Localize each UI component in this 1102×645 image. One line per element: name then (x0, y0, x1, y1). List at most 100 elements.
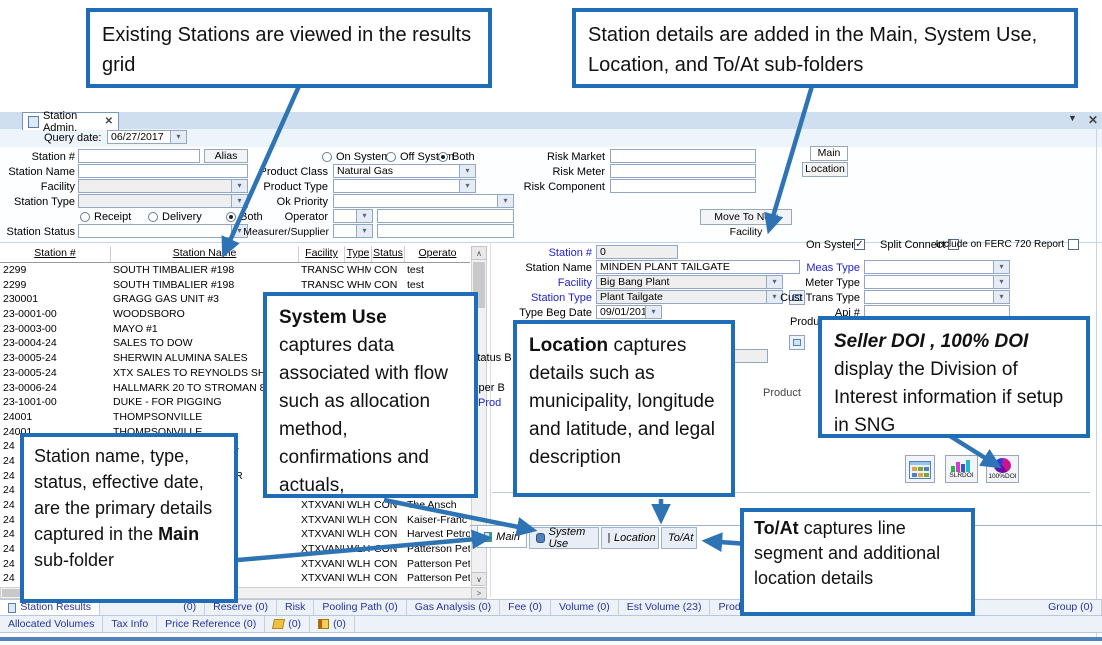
measurer-supplier-input[interactable] (377, 224, 514, 238)
operator-select[interactable] (333, 209, 373, 223)
col-facility[interactable]: Facility (298, 246, 344, 262)
col-station-name[interactable]: Station Name (110, 246, 298, 262)
callout-system-use: System Use captures data associated with… (263, 292, 478, 498)
cell-station-num: 24001 (0, 410, 110, 425)
chevron-down-icon[interactable] (993, 261, 1009, 273)
location-button[interactable]: Location (802, 162, 848, 177)
measurer-supplier-select[interactable] (333, 224, 373, 238)
chevron-down-icon[interactable] (356, 225, 372, 237)
tab-volume[interactable]: Volume (0) (551, 600, 619, 615)
pct-doi-button[interactable]: 100%DOI (986, 455, 1019, 483)
move-to-new-facility-button[interactable]: Move To New Facility (700, 209, 792, 225)
notes-icon (272, 619, 285, 629)
meas-type-select[interactable] (864, 260, 1010, 274)
col-type[interactable]: Type (344, 246, 371, 262)
tab-flag[interactable]: (0) (310, 616, 355, 632)
tab-price-reference[interactable]: Price Reference (0) (157, 616, 265, 632)
chevron-down-icon[interactable] (645, 306, 661, 318)
chevron-down-icon[interactable] (356, 210, 372, 222)
meter-type-select[interactable] (864, 275, 1010, 289)
subtab-to-at[interactable]: To/At (661, 527, 697, 549)
station-status-select[interactable] (78, 224, 248, 238)
chevron-down-icon[interactable] (170, 131, 186, 143)
subtab-main[interactable]: Main (477, 526, 527, 548)
chevron-down-icon[interactable] (497, 195, 513, 207)
cell-operator: The Ansch (404, 498, 470, 513)
receipt-radio[interactable] (80, 212, 90, 222)
cell-type: WHM (344, 278, 371, 293)
subtab-main-label: Main (496, 531, 520, 543)
scroll-right-icon[interactable]: > (471, 587, 487, 599)
tab-station-admin[interactable]: Station Admin. ✕ (22, 112, 119, 130)
query-date-select[interactable]: 06/27/2017 (107, 130, 187, 144)
station-status-lookup-button[interactable] (789, 335, 805, 350)
on-system-radio[interactable] (322, 152, 332, 162)
slr-doi-button[interactable]: SLRDOI (945, 455, 978, 483)
main-button[interactable]: Main (810, 146, 848, 161)
off-system-radio[interactable] (386, 152, 396, 162)
both-system-label: Both (452, 151, 475, 163)
ferc-checkbox[interactable] (1068, 239, 1079, 250)
risk-market-label: Risk Market (535, 151, 605, 163)
tab-close-icon[interactable]: ✕ (105, 116, 113, 127)
risk-component-input[interactable] (610, 179, 756, 193)
cell-status: CON (371, 498, 404, 513)
scroll-up-icon[interactable]: ∧ (471, 246, 487, 260)
callout-results-grid: Existing Stations are viewed in the resu… (86, 8, 492, 88)
station-type-select[interactable] (78, 194, 248, 208)
flag-icon (318, 619, 329, 629)
cell-facility: XTXVANI (298, 513, 344, 528)
subtab-location[interactable]: Location (601, 527, 659, 549)
col-station-num[interactable]: Station # (0, 246, 110, 262)
tab-fee[interactable]: Fee (0) (500, 600, 551, 615)
risk-meter-input[interactable] (610, 164, 756, 178)
facility-select[interactable] (78, 179, 248, 193)
tab-pooling-path[interactable]: Pooling Path (0) (314, 600, 406, 615)
facility-label: Facility (2, 181, 75, 193)
operator-label: Operator (240, 211, 328, 223)
tab-tax-info[interactable]: Tax Info (103, 616, 157, 632)
tab-group[interactable]: Group (0) (1040, 600, 1102, 615)
table-row[interactable]: 2299 SOUTH TIMBALIER #198 TRANSC WHM CON… (0, 263, 470, 278)
on-system-checkbox[interactable] (854, 239, 865, 250)
cell-type: WLH (344, 557, 371, 572)
type-beg-date-select[interactable]: 09/01/2014 (596, 305, 662, 319)
tab-risk[interactable]: Risk (277, 600, 314, 615)
slr-doi-caption: SLRDOI (946, 472, 977, 479)
operator-input[interactable] (377, 209, 514, 223)
cust-trans-type-select[interactable] (864, 290, 1010, 304)
detail-facility-select[interactable]: Big Bang Plant (596, 275, 783, 289)
station-number-input[interactable] (78, 149, 200, 163)
col-status[interactable]: Status (371, 246, 404, 262)
table-row[interactable]: 2299 SOUTH TIMBALIER #198 TRANSC WHM CON… (0, 278, 470, 293)
both-system-radio[interactable] (438, 152, 448, 162)
chevron-down-icon[interactable] (459, 180, 475, 192)
grid-header[interactable]: Station # Station Name Facility Type Sta… (0, 246, 470, 263)
ok-priority-select[interactable] (333, 194, 514, 208)
detail-station-type-select[interactable]: Plant Tailgate (596, 290, 783, 304)
chevron-down-icon[interactable] (993, 291, 1009, 303)
tab-gas-analysis[interactable]: Gas Analysis (0) (407, 600, 500, 615)
detail-station-num-field[interactable]: 0 (596, 245, 678, 259)
alias-button[interactable]: Alias (204, 149, 248, 163)
tab-est-volume[interactable]: Est Volume (23) (619, 600, 711, 615)
grid-view-button[interactable] (905, 455, 935, 483)
tab-notes[interactable]: (0) (265, 616, 310, 632)
tab-allocated-volumes[interactable]: Allocated Volumes (0, 616, 103, 632)
window-menu-caret-icon[interactable]: ▼ (1068, 113, 1077, 123)
chevron-down-icon[interactable] (993, 276, 1009, 288)
cell-station-num: 23-1001-00 (0, 395, 110, 410)
risk-market-input[interactable] (610, 149, 756, 163)
produ-label-fragment: Produ (790, 316, 819, 328)
cell-type: WLH (344, 527, 371, 542)
station-name-input[interactable] (78, 164, 248, 178)
both-radio[interactable] (226, 212, 236, 222)
product-class-select[interactable]: Natural Gas (333, 164, 476, 178)
window-close-icon[interactable]: ✕ (1088, 113, 1098, 127)
product-type-select[interactable] (333, 179, 476, 193)
delivery-radio[interactable] (148, 212, 158, 222)
scroll-down-icon[interactable]: ∨ (471, 572, 487, 586)
subtab-system-use[interactable]: System Use (529, 527, 599, 549)
chevron-down-icon[interactable] (459, 165, 475, 177)
col-operator[interactable]: Operato (404, 246, 470, 262)
